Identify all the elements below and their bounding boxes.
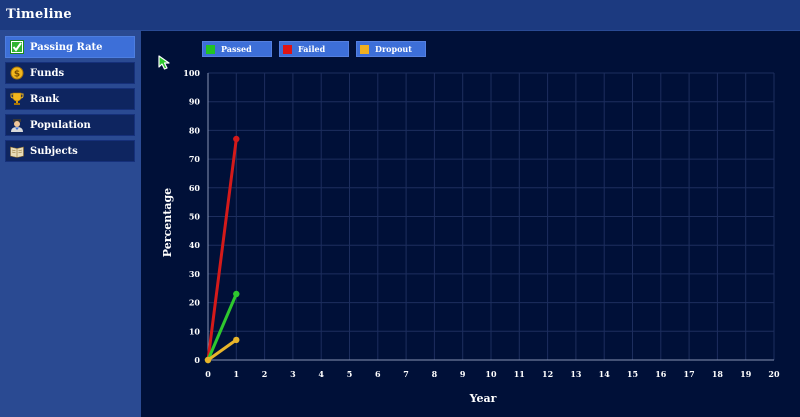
y-tick-label: 60 [189,183,201,193]
x-tick-label: 5 [347,369,353,379]
mouse-cursor-icon [157,54,175,76]
legend-label: Passed [221,44,252,54]
y-tick-label: 80 [189,125,201,135]
y-tick-label: 50 [189,212,201,222]
x-tick-label: 17 [684,369,695,379]
y-tick-label: 70 [189,154,201,164]
data-point-failed [233,135,240,143]
data-point-dropout [233,336,240,344]
x-tick-label: 10 [485,369,497,379]
x-tick-label: 18 [712,369,724,379]
y-axis-title: Percentage [161,188,174,257]
y-tick-label: 100 [183,68,200,78]
legend-toggle-failed[interactable]: Failed [279,41,349,57]
x-tick-label: 6 [375,369,381,379]
x-tick-label: 14 [599,369,611,379]
y-tick-label: 0 [194,355,200,365]
x-tick-label: 8 [432,369,438,379]
y-tick-label: 20 [189,298,201,308]
x-tick-label: 0 [205,369,211,379]
data-point-dropout [204,356,212,364]
x-tick-label: 2 [262,369,268,379]
y-tick-label: 40 [189,240,201,250]
legend-swatch [206,44,215,54]
data-point-passed [233,290,240,298]
y-tick-label: 30 [189,269,201,279]
legend-toggle-dropout[interactable]: Dropout [356,41,426,57]
x-tick-label: 20 [768,369,780,379]
x-tick-label: 7 [403,369,409,379]
x-tick-label: 4 [318,369,324,379]
line-chart: 01020304050607080901000 1 2 3 4 5 6 7 8 9 10 11 12 13… [161,68,780,405]
x-tick-label: 13 [570,369,582,379]
legend-label: Dropout [375,44,412,54]
x-axis-title: Year [469,392,497,405]
x-tick-label: 15 [627,369,638,379]
legend-label: Failed [298,44,326,54]
y-tick-label: 10 [189,326,201,336]
x-tick-label: 12 [542,369,553,379]
x-tick-label: 3 [290,369,296,379]
y-tick-label: 90 [189,97,201,107]
legend-swatch [283,44,292,54]
x-tick-label: 1 [234,369,240,379]
x-tick-label: 9 [460,369,466,379]
x-tick-label: 16 [655,369,667,379]
legend-toggle-passed[interactable]: Passed [202,41,272,57]
x-tick-label: 19 [740,369,752,379]
legend-swatch [360,44,369,54]
x-tick-label: 11 [514,369,525,379]
